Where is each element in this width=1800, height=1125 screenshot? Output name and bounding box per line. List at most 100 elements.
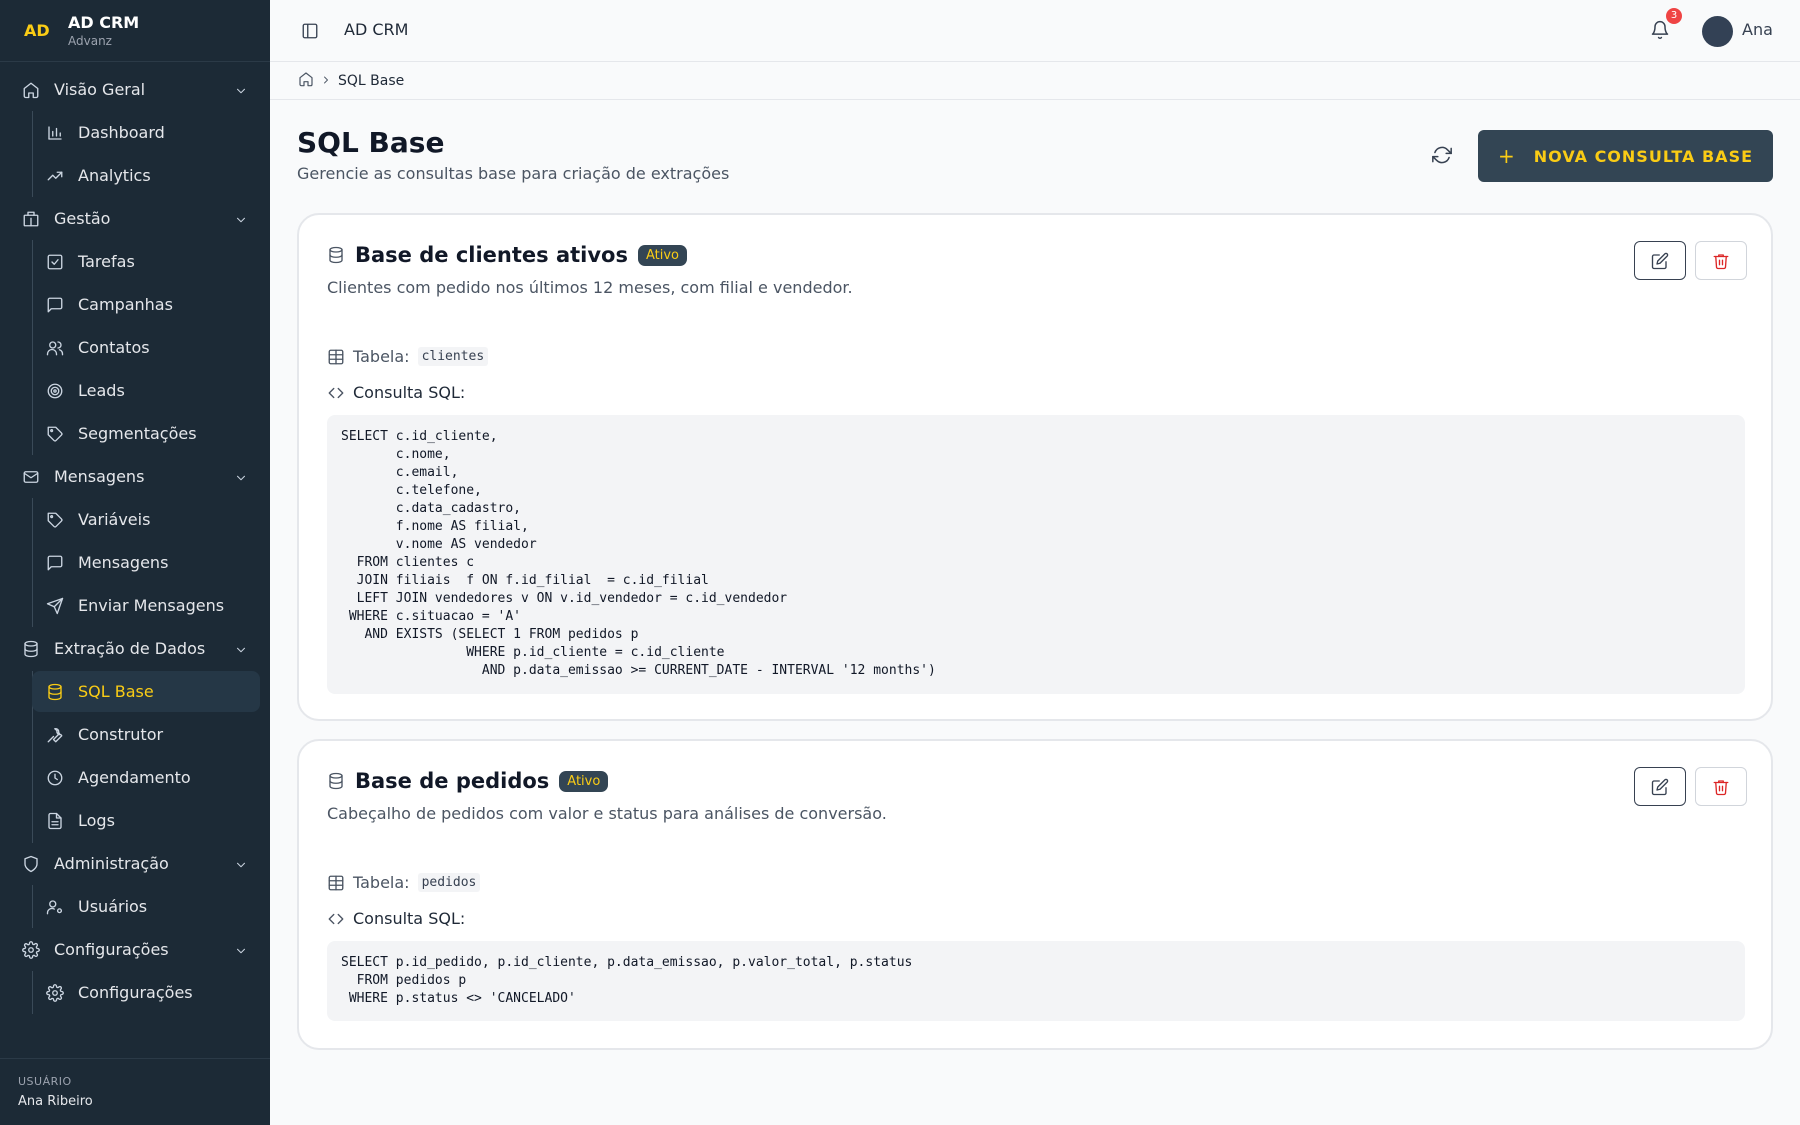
new-base-query-label: NOVA CONSULTA BASE <box>1533 146 1754 166</box>
clock-icon <box>46 769 64 787</box>
app-title: AD CRM <box>344 20 409 39</box>
sidebar-item-label: Construtor <box>78 725 164 744</box>
sidebar-group-items: Configurações <box>0 971 270 1014</box>
message-square-icon <box>46 296 64 314</box>
trash-icon <box>1713 779 1729 795</box>
brand[interactable]: AD AD CRM Advanz <box>0 0 270 62</box>
sidebar-item-dashboard[interactable]: Dashboard <box>0 111 270 154</box>
bell-icon[interactable] <box>1650 20 1670 40</box>
query-description: Clientes com pedido nos últimos 12 meses… <box>327 278 853 297</box>
sidebar-group-extracao-de-dados[interactable]: Extração de Dados <box>0 627 270 670</box>
mail-icon <box>22 468 40 486</box>
sidebar-nav: Visão Geral Dashboard Analytics Gestão Taref… <box>0 62 270 1014</box>
table-row: Tabela: pedidos <box>327 873 481 892</box>
user-cog-icon <box>46 898 64 916</box>
message-square-icon <box>46 554 64 572</box>
delete-button[interactable] <box>1695 241 1747 280</box>
sql-label-row: Consulta SQL: <box>327 383 465 402</box>
sidebar-group-items: Tarefas Campanhas Contatos Leads Segmentaçõe… <box>0 240 270 455</box>
query-description: Cabeçalho de pedidos com valor e status … <box>327 804 887 823</box>
sidebar-item-analytics[interactable]: Analytics <box>0 154 270 197</box>
chevron-right-icon <box>320 71 332 90</box>
home-icon <box>22 81 40 99</box>
sidebar-group-mensagens[interactable]: Mensagens <box>0 455 270 498</box>
chevron-down-icon <box>232 469 250 487</box>
database-icon <box>327 246 345 264</box>
sidebar-item-mensagens[interactable]: Mensagens <box>0 541 270 584</box>
sidebar-group-configuracoes[interactable]: Configurações <box>0 928 270 971</box>
table-label: Tabela: <box>353 347 410 366</box>
sidebar-item-label: Leads <box>78 381 125 400</box>
table-name: pedidos <box>417 873 481 892</box>
gear-icon <box>46 983 64 1002</box>
sql-label-row: Consulta SQL: <box>327 909 465 928</box>
sidebar-item-campanhas[interactable]: Campanhas <box>0 283 270 326</box>
sidebar-item-label: Agendamento <box>78 768 191 787</box>
notification-count-badge: 3 <box>1666 8 1682 24</box>
sidebar-item-label: Usuários <box>78 897 148 916</box>
sidebar-item-label: Logs <box>78 811 115 830</box>
query-card: Base de pedidos Ativo Cabeçalho de pedid… <box>297 739 1773 1050</box>
shield-icon <box>22 855 40 873</box>
code-icon <box>327 910 345 928</box>
sidebar-item-segmentacoes[interactable]: Segmentações <box>0 412 270 455</box>
refresh-icon[interactable] <box>1432 145 1454 167</box>
avatar[interactable] <box>1702 16 1733 47</box>
sql-label: Consulta SQL: <box>353 383 466 402</box>
sidebar-item-agendamento[interactable]: Agendamento <box>0 756 270 799</box>
sidebar-item-contatos[interactable]: Contatos <box>0 326 270 369</box>
breadcrumb-current: SQL Base <box>338 72 405 89</box>
sidebar: AD AD CRM Advanz Visão Geral Dashboard Ana… <box>0 0 270 1125</box>
trash-icon <box>1713 253 1729 269</box>
sidebar-item-label: Configurações <box>78 983 193 1002</box>
status-badge: Ativo <box>637 244 688 266</box>
query-title: Base de pedidos <box>355 769 550 793</box>
sidebar-group-label: Mensagens <box>54 467 145 486</box>
sidebar-toggle-icon[interactable] <box>301 22 319 40</box>
edit-button[interactable] <box>1634 241 1686 280</box>
sidebar-item-sql-base[interactable]: SQL Base <box>32 671 260 712</box>
home-icon[interactable] <box>298 71 314 91</box>
bar-chart-icon <box>46 124 64 142</box>
chevron-down-icon <box>232 82 250 100</box>
query-card: Base de clientes ativos Ativo Clientes c… <box>297 213 1773 721</box>
sidebar-item-variaveis[interactable]: Variáveis <box>0 498 270 541</box>
sidebar-group-label: Gestão <box>54 209 111 228</box>
file-text-icon <box>46 812 64 830</box>
sidebar-group-label: Administração <box>54 854 169 873</box>
sidebar-item-label: Contatos <box>78 338 150 357</box>
sidebar-group-administracao[interactable]: Administração <box>0 842 270 885</box>
chevron-down-icon <box>232 942 250 960</box>
sidebar-item-leads[interactable]: Leads <box>0 369 270 412</box>
sidebar-item-tarefas[interactable]: Tarefas <box>0 240 270 283</box>
sidebar-item-usuarios[interactable]: Usuários <box>0 885 270 928</box>
chevron-down-icon <box>232 641 250 659</box>
delete-button[interactable] <box>1695 767 1747 806</box>
sidebar-item-configuracoes[interactable]: Configurações <box>0 971 270 1014</box>
sql-code-block: SELECT c.id_cliente, c.nome, c.email, c.… <box>327 415 1745 694</box>
database-icon <box>46 683 64 701</box>
sidebar-group-visao-geral[interactable]: Visão Geral <box>0 68 270 111</box>
sidebar-group-label: Visão Geral <box>54 80 146 99</box>
sidebar-item-enviar-mensagens[interactable]: Enviar Mensagens <box>0 584 270 627</box>
edit-icon <box>1651 252 1669 269</box>
sidebar-item-construtor[interactable]: Construtor <box>0 713 270 756</box>
target-icon <box>46 382 64 400</box>
sidebar-item-logs[interactable]: Logs <box>0 799 270 842</box>
wrench-icon <box>46 726 64 744</box>
table-label: Tabela: <box>353 873 410 892</box>
sql-code-block: SELECT p.id_pedido, p.id_cliente, p.data… <box>327 941 1745 1021</box>
sql-label: Consulta SQL: <box>353 909 466 928</box>
table-icon <box>327 348 345 366</box>
sidebar-group-gestao[interactable]: Gestão <box>0 197 270 240</box>
trending-up-icon <box>46 167 64 185</box>
edit-icon <box>1651 778 1669 795</box>
user-menu-name[interactable]: Ana <box>1742 20 1773 39</box>
edit-button[interactable] <box>1634 767 1686 806</box>
breadcrumb: SQL Base <box>270 62 1800 100</box>
page-title: SQL Base <box>297 126 445 159</box>
new-base-query-button[interactable]: + NOVA CONSULTA BASE <box>1478 130 1773 182</box>
footer-user-name: Ana Ribeiro <box>18 1094 93 1109</box>
sidebar-item-label: Segmentações <box>78 424 197 443</box>
topbar: AD CRM 3 Ana <box>270 0 1800 62</box>
